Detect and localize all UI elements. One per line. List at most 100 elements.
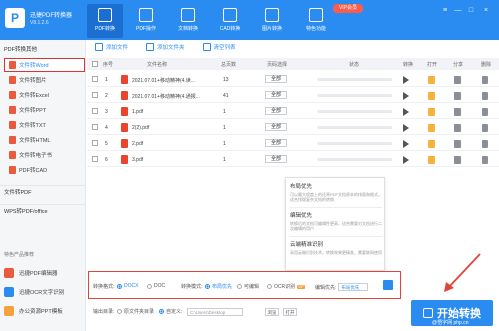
row-index: 2 [105,93,108,99]
share-icon[interactable] [454,124,461,132]
mode-ocr-radio[interactable]: OCR识别 VIP [267,283,305,290]
sidebar-item-to-cad[interactable]: PDF转CAD [5,164,84,176]
tool-ppt-template[interactable]: 办公资源PPT模板 [4,304,84,318]
sidebar-item-to-txt[interactable]: 文件转TXT [5,119,84,131]
tab-feature[interactable]: 特色功能 [298,4,334,38]
priority-select[interactable]: 编辑优先: 布局优先 [315,283,369,291]
convert-play-icon[interactable] [403,108,409,116]
mode-editable-radio[interactable]: 可编辑 [237,283,259,290]
file-icon [9,151,16,159]
sidebar-group-wps[interactable]: WPS转PDF/office [0,204,86,218]
tooltip-section-edit[interactable]: 编辑优先 转换后的文档可编辑性更高，适合需要对文档进行二次编辑的用户 [290,211,382,231]
share-icon[interactable] [454,140,461,148]
page-range-button[interactable]: 全部 [265,107,287,115]
convert-play-icon[interactable] [403,156,409,164]
menu-icon[interactable]: ≡ [440,6,450,16]
tooltip-section-layout[interactable]: 布局优先 可以最大程度上的还原PDF文档原本的排版和格式，适合排版复杂文档的转换 [290,182,382,202]
close-icon[interactable]: × [481,6,491,16]
tab-pdf-operate[interactable]: PDF操作 [128,4,164,38]
add-file-button[interactable]: 添加文件 [95,43,128,51]
settings-icon[interactable] [383,280,393,290]
select-all-checkbox[interactable] [92,61,98,67]
row-file-name: 3.pdf [132,157,144,163]
table-row[interactable]: 4 2(2).pdf 1 全部 [87,120,499,135]
add-folder-button[interactable]: 添加文件夹 [146,43,185,51]
convert-play-icon[interactable] [403,92,409,100]
page-range-button[interactable]: 全部 [265,91,287,99]
sidebar-item-label: 文件转HTML [19,138,51,144]
convert-play-icon[interactable] [403,140,409,148]
page-range-button[interactable]: 全部 [265,123,287,131]
tool-pdf-editor[interactable]: 迅捷PDF编辑器 [4,266,84,280]
clear-list-button[interactable]: 清空列表 [202,43,236,51]
delete-icon[interactable] [482,124,488,132]
progress-bar [317,110,392,113]
sidebar-group-pdf-to-other[interactable]: PDF转换其他 [0,43,86,57]
share-icon[interactable] [454,108,461,116]
vip-badge[interactable]: VIP会员 [333,4,363,13]
table-row[interactable]: 5 2.pdf 1 全部 [87,136,499,151]
tab-pdf-convert[interactable]: PDF转换 [87,4,123,38]
tab-doc-convert[interactable]: 文档转换 [170,4,206,38]
open-folder-icon[interactable] [428,124,435,132]
sidebar-item-to-ebook[interactable]: 文件转电子书 [5,149,84,161]
row-checkbox[interactable] [92,108,98,114]
table-row[interactable]: 2 2021.07.01+移动精神(4.通报... 41 全部 [87,88,499,103]
minimize-icon[interactable]: — [453,6,463,16]
page-range-button[interactable]: 全部 [265,139,287,147]
mode-layout-radio[interactable]: 布局优先 [205,283,232,290]
share-icon[interactable] [454,76,461,84]
share-icon[interactable] [454,92,461,100]
file-icon [9,106,16,114]
tab-cad-convert[interactable]: CAD转换 [212,4,248,38]
delete-icon[interactable] [482,108,488,116]
delete-icon[interactable] [482,92,488,100]
open-folder-icon[interactable] [428,92,435,100]
sidebar-item-to-excel[interactable]: 文件转Excel [5,89,84,101]
table-header: 序号 文件名称 总页数 页码选择 状态 转换 打开 分享 删除 [87,58,499,70]
page-range-button[interactable]: 全部 [265,155,287,163]
priority-dropdown[interactable]: 布局优先 [338,283,369,291]
convert-play-icon[interactable] [403,76,409,84]
tool-ocr[interactable]: 迅捷OCR文字识别 [4,285,84,299]
file-icon [9,91,16,99]
open-folder-button[interactable]: 打开 [283,308,297,316]
sidebar-item-to-html[interactable]: 文件转HTML [5,134,84,146]
pdf-convert-icon [98,8,112,22]
row-checkbox[interactable] [92,140,98,146]
sidebar-group-to-pdf[interactable]: 文件转PDF [0,185,86,199]
open-folder-icon[interactable] [428,108,435,116]
output-path-input[interactable]: C:\Users\Desktop [187,308,243,316]
tab-image-convert[interactable]: 图片转换 [254,4,290,38]
tooltip-section-cloud[interactable]: 云端精准识别 采用云端识别技术，转换效果更精准，需要联网使用 [290,240,382,255]
delete-icon[interactable] [482,76,488,84]
table-row[interactable]: 1 2021.07.01+移动精神(4.读... 13 全部 [87,72,499,87]
row-checkbox[interactable] [92,92,98,98]
share-icon[interactable] [454,156,461,164]
sidebar-item-label: 文件转Word [19,63,49,69]
format-doc-radio[interactable]: DOC [147,283,165,289]
browse-button[interactable]: 浏览 [265,308,279,316]
row-checkbox[interactable] [92,124,98,130]
row-checkbox[interactable] [92,76,98,82]
convert-play-icon[interactable] [403,124,409,132]
table-row[interactable]: 6 3.pdf 1 全部 [87,152,499,167]
sidebar-item-to-ppt[interactable]: 文件转PPT [5,104,84,116]
output-path-field[interactable]: C:\Users\Desktop [187,308,243,316]
format-docx-radio[interactable]: DOCX [117,283,138,289]
sidebar-item-to-word[interactable]: 文件转Word [4,58,85,72]
row-checkbox[interactable] [92,156,98,162]
table-row[interactable]: 3 1.pdf 1 全部 [87,104,499,119]
progress-bar [317,158,392,161]
sidebar-item-to-image[interactable]: 文件转图片 [5,74,84,86]
output-original-radio[interactable]: 原文件夹目录 [117,308,154,315]
page-range-button[interactable]: 全部 [265,75,287,83]
open-folder-icon[interactable] [428,76,435,84]
open-folder-icon[interactable] [428,156,435,164]
delete-icon[interactable] [482,156,488,164]
output-custom-radio[interactable]: 自定义: [159,308,182,315]
annotation-arrow-icon [444,253,481,292]
delete-icon[interactable] [482,140,488,148]
maximize-icon[interactable]: □ [466,6,476,16]
open-folder-icon[interactable] [428,140,435,148]
